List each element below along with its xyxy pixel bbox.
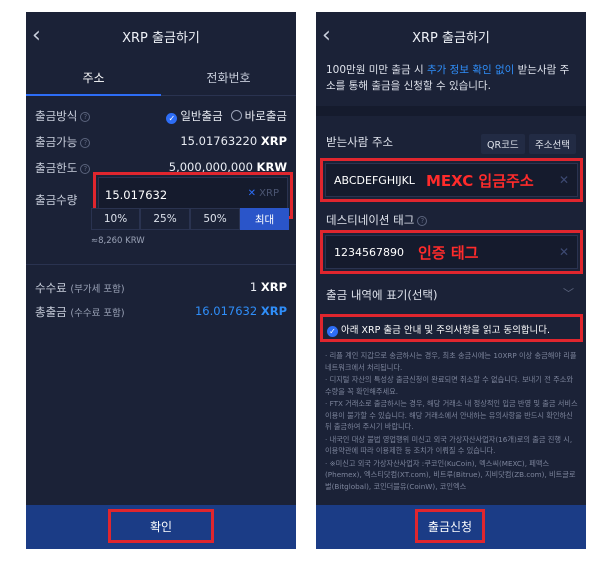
chevron-down-icon[interactable]: ﹀ <box>563 285 574 301</box>
agree-checkbox[interactable]: ✓ 아래 XRP 출금 안내 및 주의사항을 읽고 동의합니다. <box>327 322 550 337</box>
dest-tag-label-wrap: 데스티네이션 태그? <box>326 212 428 228</box>
tab-phone[interactable]: 전화번호 <box>161 60 296 96</box>
tab-bar: 주소 전화번호 <box>26 60 296 96</box>
notice-text: 100만원 미만 출금 시 추가 정보 확인 없이 받는사람 주소를 통해 출금… <box>326 62 578 94</box>
divider <box>26 264 296 265</box>
method-instant-option[interactable]: 바로출금 <box>223 109 287 123</box>
fee-note: (부가세 포함) <box>70 284 125 295</box>
bullet-item: · 리플 계인 지갑으로 송금하시는 경우, 최초 송금시에는 10XRP 이상… <box>325 351 577 372</box>
total-note: (수수료 포함) <box>70 308 125 319</box>
pct-max-button[interactable]: 최대 <box>240 208 289 230</box>
clear-icon[interactable]: ✕ <box>248 188 256 199</box>
percent-buttons: 10% 25% 50% 최대 <box>91 208 289 230</box>
page-title: XRP 출금하기 <box>412 30 490 46</box>
method-row: 출금방식? ✓ 일반출금 바로출금 <box>26 106 296 126</box>
bullet-item: · FTX 거래소로 출금하시는 경우, 해당 거래소 내 정상적인 입금 반영… <box>325 399 578 431</box>
limit-label: 출금한도 <box>35 161 78 175</box>
address-input[interactable]: ABCDEFGHIJKL MEXC 입금주소 ✕ <box>325 163 578 197</box>
available-unit: XRP <box>260 134 287 148</box>
left-withdraw-screen: XRP 출금하기 ‹ 주소 전화번호 출금방식? ✓ 일반출금 바로출금 출금가능?… <box>26 12 296 549</box>
submit-button[interactable]: 출금신청 <box>415 509 485 543</box>
method-label: 출금방식 <box>35 109 78 123</box>
bullet-item: · 디지털 자산의 특성상 출금신청이 완료되면 취소할 수 없습니다. 보내기… <box>325 375 573 396</box>
fee-unit: XRP <box>260 280 287 294</box>
qty-value: 15.017632 <box>105 188 168 202</box>
address-select-button[interactable]: 주소선택 <box>529 134 576 154</box>
notice-bullets: · 리플 계인 지갑으로 송금하시는 경우, 최초 송금시에는 10XRP 이상… <box>325 350 579 493</box>
fee-value: 1 <box>249 280 258 294</box>
check-circle-icon: ✓ <box>166 113 178 124</box>
bullet-item: · 내국인 대상 불법 영업행위 미신고 외국 가상자산사업자(16개)로의 출… <box>325 434 573 456</box>
page-title: XRP 출금하기 <box>122 30 200 46</box>
fee-label: 수수료 <box>35 281 67 295</box>
recipient-label: 받는사람 주소 <box>326 135 394 149</box>
clear-icon[interactable]: ✕ <box>559 245 569 259</box>
pct-50-button[interactable]: 50% <box>190 208 240 230</box>
fee-row: 수수료 (부가세 포함) 1 XRP <box>26 278 296 298</box>
bullet-item: · ※미신고 외국 가상자산사업자 :쿠코인(KuCoin), 멕스씨(MEXC… <box>325 458 576 491</box>
address-annotation: MEXC 입금주소 <box>426 172 534 190</box>
section-gap <box>316 106 586 116</box>
submit-label: 출금신청 <box>427 519 473 534</box>
right-withdraw-screen: XRP 출금하기 ‹ 100만원 미만 출금 시 추가 정보 확인 없이 받는사… <box>316 12 586 549</box>
agree-label: 아래 XRP 출금 안내 및 주의사항을 읽고 동의합니다. <box>341 325 551 336</box>
total-row: 총출금 (수수료 포함) 16.017632 XRP <box>26 302 296 322</box>
available-row: 출금가능? 15.01763220 XRP <box>26 132 296 152</box>
check-circle-icon: ✓ <box>327 326 338 337</box>
dest-tag-annotation: 인증 태그 <box>418 244 479 262</box>
available-value: 15.01763220 <box>180 134 258 148</box>
krw-estimate: ≈8,260 KRW <box>91 236 145 246</box>
total-label: 총출금 <box>35 305 67 319</box>
help-icon[interactable]: ? <box>417 216 428 226</box>
confirm-label: 확인 <box>149 519 173 534</box>
memo-toggle-label[interactable]: 출금 내역에 표기(선택) <box>326 287 438 303</box>
clear-icon[interactable]: ✕ <box>559 173 569 187</box>
address-value: ABCDEFGHIJKL <box>334 174 415 187</box>
pct-25-button[interactable]: 25% <box>140 208 190 230</box>
pct-10-button[interactable]: 10% <box>91 208 140 230</box>
chevron-left-icon[interactable]: ‹ <box>322 23 331 48</box>
help-icon[interactable]: ? <box>80 164 91 174</box>
qty-unit: XRP <box>259 188 279 199</box>
radio-circle-icon <box>230 110 242 121</box>
help-icon[interactable]: ? <box>80 112 91 122</box>
notice-pre: 100만원 미만 출금 시 <box>326 64 428 76</box>
total-unit: XRP <box>260 304 287 318</box>
dest-tag-input[interactable]: 1234567890 인증 태그 ✕ <box>325 235 578 269</box>
tab-address[interactable]: 주소 <box>26 60 161 96</box>
dest-tag-label: 데스티네이션 태그 <box>326 213 415 227</box>
chevron-left-icon[interactable]: ‹ <box>32 23 41 48</box>
available-label: 출금가능 <box>35 135 78 149</box>
method-normal-option[interactable]: ✓ 일반출금 <box>166 109 223 124</box>
qty-label: 출금수량 <box>35 193 78 207</box>
qr-code-button[interactable]: QR코드 <box>481 134 525 154</box>
notice-link: 추가 정보 확인 없이 <box>427 64 515 76</box>
dest-tag-value: 1234567890 <box>334 246 404 259</box>
help-icon[interactable]: ? <box>80 138 91 148</box>
total-value: 16.017632 <box>194 304 258 318</box>
confirm-button[interactable]: 확인 <box>108 509 214 543</box>
